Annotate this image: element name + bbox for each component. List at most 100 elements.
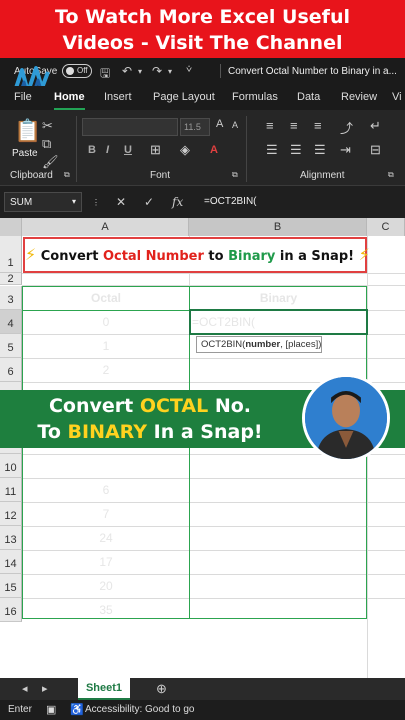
- name-box-value: SUM: [10, 197, 33, 208]
- font-color-icon[interactable]: A: [210, 144, 218, 156]
- tab-data[interactable]: Data: [297, 91, 320, 103]
- add-sheet-icon[interactable]: ⊕: [156, 681, 167, 697]
- format-painter-icon[interactable]: 🖌: [42, 154, 59, 170]
- row-header[interactable]: 15: [0, 574, 22, 598]
- row-header-active[interactable]: 4: [0, 310, 22, 334]
- paste-button[interactable]: Paste: [12, 148, 38, 159]
- header-octal[interactable]: Octal: [23, 291, 189, 305]
- row-number: 16: [4, 606, 17, 618]
- octal-cell[interactable]: 6: [23, 483, 189, 497]
- octal-cell[interactable]: 35: [23, 603, 189, 617]
- orientation-icon[interactable]: ⤴: [340, 118, 353, 137]
- overlay-text: Convert: [48, 395, 140, 417]
- accessibility-status[interactable]: Accessibility: Good to go: [85, 704, 195, 715]
- tab-insert[interactable]: Insert: [104, 91, 132, 103]
- insert-function-icon[interactable]: fx: [172, 195, 183, 209]
- paste-icon[interactable]: 📋: [14, 118, 41, 144]
- save-icon[interactable]: 🖫: [100, 64, 110, 85]
- middle-align-icon[interactable]: ≡: [290, 118, 298, 133]
- row-number: 15: [4, 582, 17, 594]
- excel-window: AutoSave Off 🖫 ↶ ▾ ↷ ▾ ⩒ Convert Octal N…: [0, 58, 405, 720]
- ribbon-separator: [76, 116, 77, 182]
- tab-formulas[interactable]: Formulas: [232, 91, 278, 103]
- sheet-title-cell[interactable]: ⚡ Convert Octal Number to Binary in a Sn…: [23, 237, 370, 273]
- align-right-icon[interactable]: ☰: [314, 142, 326, 158]
- row-header[interactable]: 3: [0, 286, 22, 310]
- row-header[interactable]: 13: [0, 526, 22, 550]
- redo-dropdown-icon[interactable]: ▾: [168, 67, 172, 76]
- macro-record-icon[interactable]: ▣: [46, 703, 56, 716]
- row-number: 5: [7, 342, 14, 354]
- cut-icon[interactable]: ✂: [42, 118, 53, 134]
- formula-input[interactable]: =OCT2BIN(: [198, 192, 402, 212]
- octal-cell[interactable]: 20: [23, 579, 189, 593]
- row-header[interactable]: 10: [0, 454, 22, 478]
- tab-review[interactable]: Review: [341, 91, 377, 103]
- font-size-dropdown[interactable]: 11.5: [180, 118, 210, 136]
- function-tooltip[interactable]: OCT2BIN(number, [places]): [196, 336, 322, 353]
- scroll-next-sheet-icon[interactable]: ▸: [42, 682, 48, 695]
- font-launcher-icon[interactable]: ⧉: [232, 170, 238, 180]
- indent-icon[interactable]: ⇥: [340, 142, 351, 158]
- bold-icon[interactable]: B: [88, 144, 96, 156]
- formula-bar: SUM ▾ ⋮ ✕ ✓ fx =OCT2BIN(: [0, 190, 405, 214]
- octal-cell[interactable]: 2: [23, 363, 189, 377]
- presenter-avatar: [302, 374, 390, 462]
- tab-page-layout[interactable]: Page Layout: [153, 91, 215, 103]
- scroll-prev-sheet-icon[interactable]: ◂: [22, 682, 28, 695]
- bottom-align-icon[interactable]: ≡: [314, 118, 322, 133]
- customize-toolbar-icon[interactable]: ⩒: [186, 64, 192, 75]
- octal-cell[interactable]: 1: [23, 339, 189, 353]
- font-name-dropdown[interactable]: [82, 118, 178, 136]
- autosave-toggle[interactable]: Off: [62, 64, 92, 78]
- title-octal: Octal Number: [102, 249, 204, 264]
- tab-view[interactable]: Vi: [392, 91, 402, 103]
- more-options-icon[interactable]: ⋮: [92, 198, 100, 207]
- header-binary[interactable]: Binary: [190, 291, 367, 305]
- borders-icon[interactable]: ⊞: [150, 142, 161, 158]
- align-left-icon[interactable]: ☰: [266, 142, 278, 158]
- row-header[interactable]: 6: [0, 358, 22, 382]
- alignment-launcher-icon[interactable]: ⧉: [388, 170, 394, 180]
- octal-cell[interactable]: 0: [23, 315, 189, 329]
- row-number: 11: [4, 486, 17, 498]
- status-bar: Enter ▣ ♿ Accessibility: Good to go: [0, 700, 405, 720]
- shrink-font-icon[interactable]: A: [232, 120, 238, 130]
- enter-icon[interactable]: ✓: [144, 195, 154, 209]
- row-header[interactable]: 5: [0, 334, 22, 358]
- top-align-icon[interactable]: ≡: [266, 118, 274, 133]
- row-header[interactable]: 14: [0, 550, 22, 574]
- tab-file[interactable]: File: [14, 91, 32, 103]
- grow-font-icon[interactable]: A: [216, 118, 223, 130]
- wrap-text-icon[interactable]: ↵: [370, 118, 381, 134]
- underline-icon[interactable]: U: [124, 144, 132, 156]
- clipboard-launcher-icon[interactable]: ⧉: [64, 170, 70, 180]
- overlay-text: In a Snap!: [147, 421, 263, 443]
- octal-cell[interactable]: 24: [23, 531, 189, 545]
- promo-line-1: To Watch More Excel Useful: [55, 6, 350, 28]
- name-box-dropdown-icon[interactable]: ▾: [72, 197, 76, 206]
- octal-cell[interactable]: 17: [23, 555, 189, 569]
- octal-cell[interactable]: 7: [23, 507, 189, 521]
- sheet-tab-sheet1[interactable]: Sheet1: [78, 678, 130, 700]
- undo-dropdown-icon[interactable]: ▾: [138, 67, 142, 76]
- ribbon-tabs: File Home Insert Page Layout Formulas Da…: [0, 86, 405, 110]
- redo-icon[interactable]: ↷: [152, 64, 162, 78]
- active-cell-b4[interactable]: =OCT2BIN(: [189, 309, 368, 335]
- row-header[interactable]: 12: [0, 502, 22, 526]
- merge-center-icon[interactable]: ⊟: [370, 142, 381, 158]
- row-header[interactable]: 16: [0, 598, 22, 622]
- copy-icon[interactable]: ⧉: [42, 136, 51, 152]
- gridline: [367, 286, 368, 678]
- undo-icon[interactable]: ↶: [122, 64, 132, 78]
- accessibility-icon[interactable]: ♿: [70, 703, 84, 716]
- align-center-icon[interactable]: ☰: [290, 142, 302, 158]
- italic-icon[interactable]: I: [106, 144, 109, 156]
- promo-banner: To Watch More Excel Useful Videos - Visi…: [0, 0, 405, 58]
- name-box[interactable]: SUM ▾: [4, 192, 82, 212]
- fill-color-icon[interactable]: ◈: [180, 142, 190, 158]
- row-header[interactable]: 11: [0, 478, 22, 502]
- overlay-text: No.: [208, 395, 252, 417]
- tab-home[interactable]: Home: [54, 91, 85, 110]
- cancel-icon[interactable]: ✕: [116, 195, 126, 209]
